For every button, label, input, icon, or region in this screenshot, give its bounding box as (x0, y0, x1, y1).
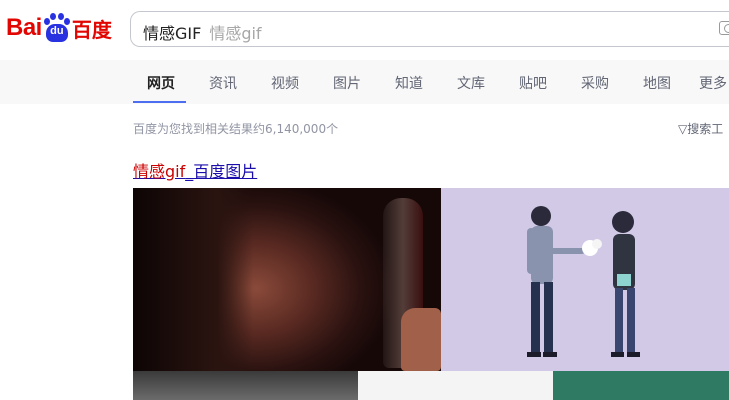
tab-images[interactable]: 图片 (333, 73, 361, 93)
logo-bai-text: Bai (6, 14, 42, 41)
tab-tieba[interactable]: 贴吧 (519, 73, 547, 93)
result-title-rest: _百度图片 (185, 162, 258, 181)
header: Bai du 百度 情感GIF 情感gif (0, 0, 729, 60)
tab-purchase[interactable]: 采购 (581, 73, 609, 93)
result-count: 百度为您找到相关结果约6,140,000个 (133, 122, 339, 136)
tab-zhidao[interactable]: 知道 (395, 73, 423, 93)
tab-more[interactable]: 更多 (699, 73, 727, 93)
search-suggestion[interactable]: 情感gif (209, 24, 261, 43)
tab-wenku[interactable]: 文库 (457, 73, 485, 93)
tab-web[interactable]: 网页 (147, 73, 175, 93)
search-tools-button[interactable]: ▽搜索工 (678, 120, 723, 137)
logo-du-text: du (50, 25, 64, 37)
logo-chinese-text: 百度 (71, 17, 112, 42)
nav-bar: 网页 资讯 视频 图片 知道 文库 贴吧 采购 地图 更多 (0, 60, 729, 104)
paw-icon: du (43, 13, 71, 43)
result-image-couple-illustration[interactable] (441, 188, 729, 371)
camera-icon[interactable] (719, 21, 729, 35)
result-image-woman-crying[interactable] (133, 188, 441, 371)
tab-video[interactable]: 视频 (271, 73, 299, 93)
result-title-link[interactable]: 情感gif_百度图片 (133, 158, 257, 182)
active-tab-indicator (133, 101, 186, 103)
search-input[interactable]: 情感GIF 情感gif (130, 11, 729, 47)
result-title-highlight: 情感gif (133, 162, 186, 181)
result-image-5[interactable] (553, 371, 729, 400)
tab-news[interactable]: 资讯 (209, 73, 237, 93)
couple-illustration (527, 206, 640, 357)
tab-map[interactable]: 地图 (643, 73, 671, 93)
baidu-logo[interactable]: Bai du 百度 (6, 10, 112, 46)
result-image-3[interactable] (133, 371, 358, 400)
result-image-4[interactable] (358, 371, 553, 400)
search-query: 情感GIF (143, 24, 202, 43)
